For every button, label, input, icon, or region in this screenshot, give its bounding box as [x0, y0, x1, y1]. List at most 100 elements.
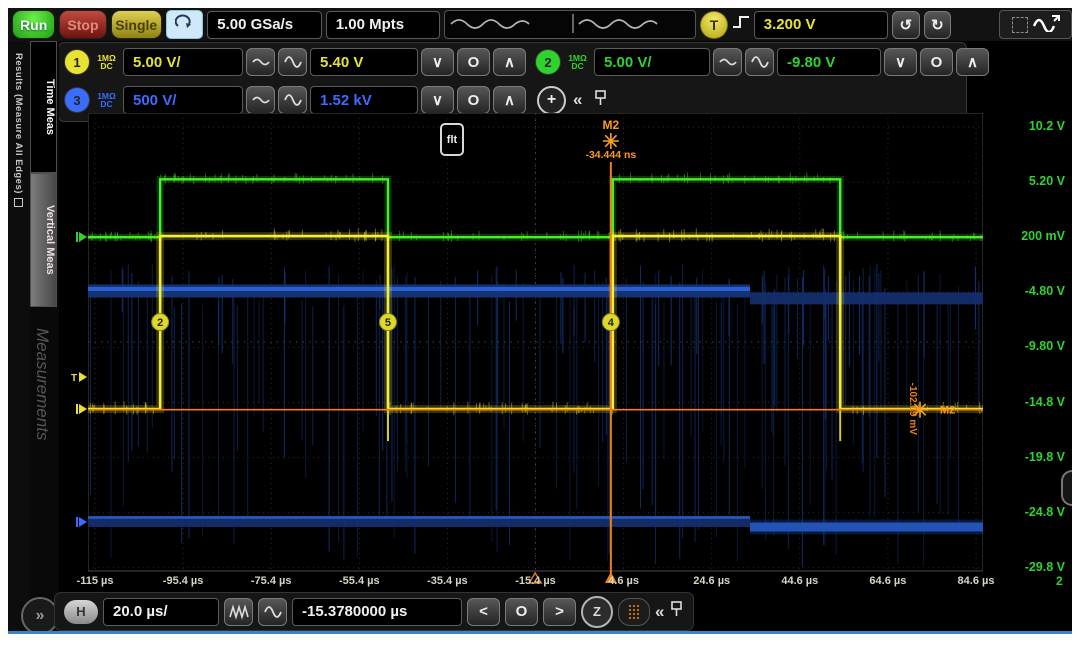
channel-3-scale-up-button[interactable]: [278, 86, 307, 114]
delay-zero-button[interactable]: O: [505, 598, 538, 626]
channel-1-offset-box[interactable]: 5.40 V: [310, 48, 418, 76]
voltage-label: -19.8 V: [1025, 450, 1065, 464]
channel-3-offset-up-button[interactable]: ∧: [493, 86, 526, 114]
stop-button[interactable]: Stop: [59, 10, 106, 39]
pin-icon-bottom[interactable]: [669, 600, 684, 623]
undo-button[interactable]: ↺: [892, 11, 920, 39]
run-button[interactable]: Run: [12, 10, 55, 39]
sample-rate-box[interactable]: 5.00 GSa/s: [207, 11, 321, 39]
page: Run Stop Single 5.00 GSa/s 1.00 Mpts T: [0, 0, 1080, 645]
voltage-label: -4.80 V: [1025, 284, 1065, 298]
time-label: -75.4 µs: [251, 575, 292, 587]
channel-2-scale-up-button[interactable]: [745, 48, 774, 76]
channel-3-offset-zero-button[interactable]: O: [457, 86, 490, 114]
add-channel-button[interactable]: +: [537, 86, 566, 115]
svg-text:5: 5: [385, 317, 391, 329]
results-label: Results (Measure All Edges): [13, 53, 24, 207]
timebase-box[interactable]: 20.0 µs/: [103, 598, 219, 626]
channel-2-offset-up-button[interactable]: ∧: [956, 48, 989, 76]
channel-1-offset-zero-button[interactable]: O: [457, 48, 490, 76]
time-label: 64.6 µs: [869, 575, 906, 587]
svg-text:T: T: [71, 373, 77, 384]
voltage-label: -24.8 V: [1025, 505, 1065, 519]
timebase-zoom-in-button[interactable]: [258, 598, 287, 626]
right-panel-handle[interactable]: [1061, 470, 1072, 506]
channel-2-scale-box[interactable]: 5.00 V/: [594, 48, 710, 76]
pin-icon[interactable]: [593, 89, 608, 112]
channel-2-offset-zero-button[interactable]: O: [920, 48, 953, 76]
channel-1-badge[interactable]: 1: [64, 49, 90, 75]
channel-3-scale-down-button[interactable]: [246, 86, 275, 114]
zoom-mode-button[interactable]: Z: [581, 596, 613, 628]
trigger-level-marker[interactable]: T: [70, 370, 88, 384]
oscilloscope-screen: Run Stop Single 5.00 GSa/s 1.00 Mpts T: [8, 8, 1072, 634]
voltage-axis-labels: 10.2 V 5.20 V 200 mV -4.80 V -9.80 V -14.8 V -…: [985, 113, 1072, 583]
voltage-label: 5.20 V: [1029, 174, 1065, 188]
channel-3-ground-marker[interactable]: [70, 515, 88, 529]
cursors-button[interactable]: [618, 598, 650, 626]
voltage-label: 10.2 V: [1029, 119, 1065, 133]
time-label: -55.4 µs: [339, 575, 380, 587]
tab-time-meas[interactable]: Time Meas: [30, 41, 57, 173]
channel-2-offset-box[interactable]: -9.80 V: [777, 48, 881, 76]
channel-2-offset-down-button[interactable]: ∨: [884, 48, 917, 76]
filter-badge[interactable]: flt: [440, 123, 464, 156]
svg-text:M2: M2: [940, 405, 955, 417]
channel-settings-panel: 1 1MΩDC 5.00 V/ 5.40 V ∨ O ∧ 2 1MΩDC 5.0…: [58, 42, 967, 122]
channel-1-scale-box[interactable]: 5.00 V/: [123, 48, 243, 76]
svg-text:4: 4: [608, 317, 615, 329]
axis-channel-indicator: 2: [1056, 574, 1063, 588]
channel-1-offset-down-button[interactable]: ∨: [421, 48, 454, 76]
trigger-button[interactable]: T: [700, 11, 728, 39]
window-icon: [14, 198, 23, 207]
rising-edge-icon: [732, 12, 750, 37]
tab-vertical-meas[interactable]: Vertical Meas: [30, 173, 57, 307]
redo-button[interactable]: ↻: [924, 11, 952, 39]
channel-2-ground-marker[interactable]: [70, 230, 88, 244]
channel-3-offset-box[interactable]: 1.52 kV: [310, 86, 418, 114]
channel-3-scale-box[interactable]: 500 V/: [123, 86, 243, 114]
delay-box[interactable]: -15.3780000 µs: [292, 598, 462, 626]
svg-text:M2: M2: [603, 118, 620, 132]
time-label: 84.6 µs: [958, 575, 995, 587]
waveform-preview[interactable]: [444, 10, 696, 39]
trigger-level-box[interactable]: 3.200 V: [754, 11, 888, 39]
channel-1-offset-up-button[interactable]: ∧: [493, 48, 526, 76]
time-axis-labels: -115 µs-95.4 µs-75.4 µs-55.4 µs-35.4 µs-…: [68, 573, 1003, 591]
channel-2-badge[interactable]: 2: [535, 49, 561, 75]
time-label: -15.4 µs: [515, 575, 556, 587]
single-button[interactable]: Single: [111, 10, 162, 39]
channel-1-coupling[interactable]: 1MΩDC: [93, 54, 120, 71]
channel-2-coupling[interactable]: 1MΩDC: [564, 54, 591, 71]
measurements-watermark: Measurements: [32, 328, 52, 440]
timebase-zoom-out-button[interactable]: [224, 598, 253, 626]
channel-3-badge[interactable]: 3: [64, 87, 90, 113]
voltage-label: 200 mV: [1021, 229, 1065, 243]
channel-1-ground-marker[interactable]: [70, 402, 88, 416]
channel-1-scale-down-button[interactable]: [246, 48, 275, 76]
svg-text:-102.69 mV: -102.69 mV: [907, 383, 918, 436]
channel-3-coupling[interactable]: 1MΩDC: [93, 92, 120, 109]
collapse-panel-chevrons[interactable]: «: [573, 90, 582, 110]
waveform-display[interactable]: M2-102.69 mVM2-34.444 ns254 flt: [88, 113, 983, 589]
touch-mode-button[interactable]: [166, 10, 203, 39]
time-label: -115 µs: [77, 575, 114, 587]
channel-3-offset-down-button[interactable]: ∨: [421, 86, 454, 114]
delay-left-button[interactable]: <: [467, 598, 500, 626]
top-toolbar: Run Stop Single 5.00 GSa/s 1.00 Mpts T: [8, 8, 1072, 41]
time-label: 4.6 µs: [608, 575, 639, 587]
channel-2-scale-down-button[interactable]: [713, 48, 742, 76]
screen-bottom-edge: [8, 631, 1072, 634]
horizontal-zoom-mode-button[interactable]: [999, 10, 1072, 39]
collapse-hbar-chevrons[interactable]: «: [655, 602, 664, 622]
voltage-label: -9.80 V: [1025, 339, 1065, 353]
dashed-region-icon: [1012, 17, 1028, 33]
svg-text:2: 2: [157, 317, 163, 329]
time-label: 44.6 µs: [781, 575, 818, 587]
channel-1-scale-up-button[interactable]: [278, 48, 307, 76]
delay-right-button[interactable]: >: [543, 598, 576, 626]
results-strip[interactable]: Results (Measure All Edges): [8, 41, 31, 634]
voltage-label: -14.8 V: [1025, 395, 1065, 409]
horizontal-button[interactable]: H: [64, 600, 98, 624]
memory-depth-box[interactable]: 1.00 Mpts: [326, 11, 440, 39]
